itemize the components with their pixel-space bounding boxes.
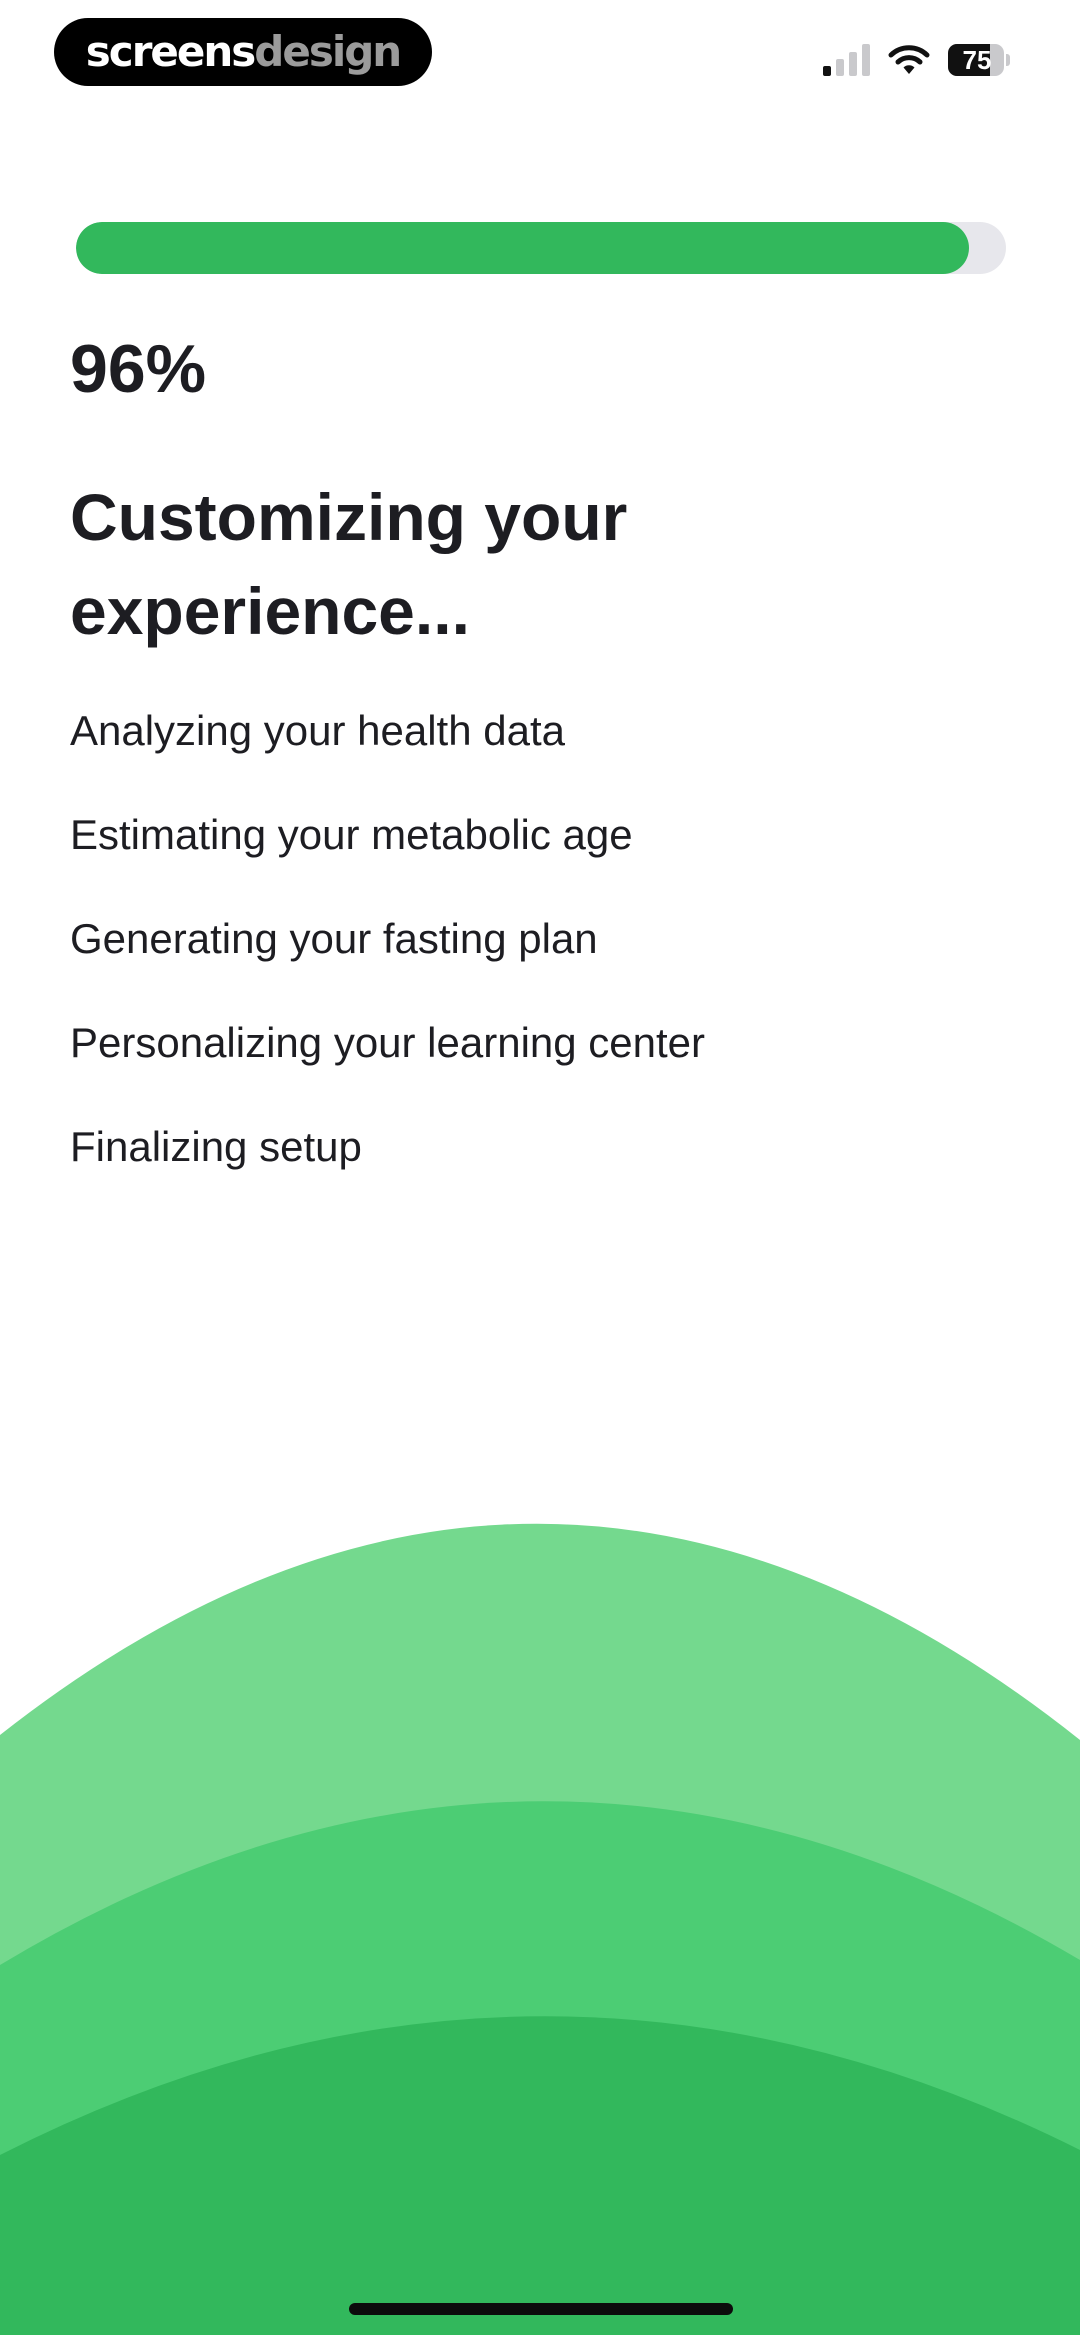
- progress-percent-label: 96%: [70, 331, 207, 407]
- status-bar-icons: 75: [823, 40, 1010, 80]
- battery-cap: [1006, 54, 1010, 66]
- screensdesign-watermark: screens design: [54, 18, 432, 86]
- watermark-part-design: design: [254, 27, 402, 76]
- home-indicator[interactable]: [349, 2303, 733, 2315]
- setup-step-item: Finalizing setup: [70, 1123, 362, 1170]
- setup-step-item: Generating your fasting plan: [70, 915, 598, 962]
- page-title: Customizing your experience...: [70, 480, 628, 648]
- cellular-signal-icon: [823, 44, 870, 76]
- signal-bar: [823, 66, 831, 76]
- setup-step-item: Personalizing your learning center: [70, 1019, 706, 1066]
- progress-bar-fill: [76, 222, 969, 274]
- signal-bar: [862, 44, 870, 76]
- battery-icon: 75: [948, 44, 1010, 76]
- setup-step-item: Estimating your metabolic age: [70, 811, 633, 858]
- decorative-hills: [0, 1523, 1080, 2335]
- setup-step-list: Analyzing your health data Estimating yo…: [70, 700, 705, 1220]
- setup-step-item: Analyzing your health data: [70, 707, 565, 754]
- battery-level-text: 75: [962, 45, 992, 75]
- watermark-part-screens: screens: [85, 27, 256, 76]
- signal-bar: [849, 52, 857, 76]
- battery-body: 75: [948, 44, 1005, 76]
- signal-bar: [836, 59, 844, 76]
- wifi-icon: [888, 45, 930, 74]
- progress-bar: [76, 222, 1006, 274]
